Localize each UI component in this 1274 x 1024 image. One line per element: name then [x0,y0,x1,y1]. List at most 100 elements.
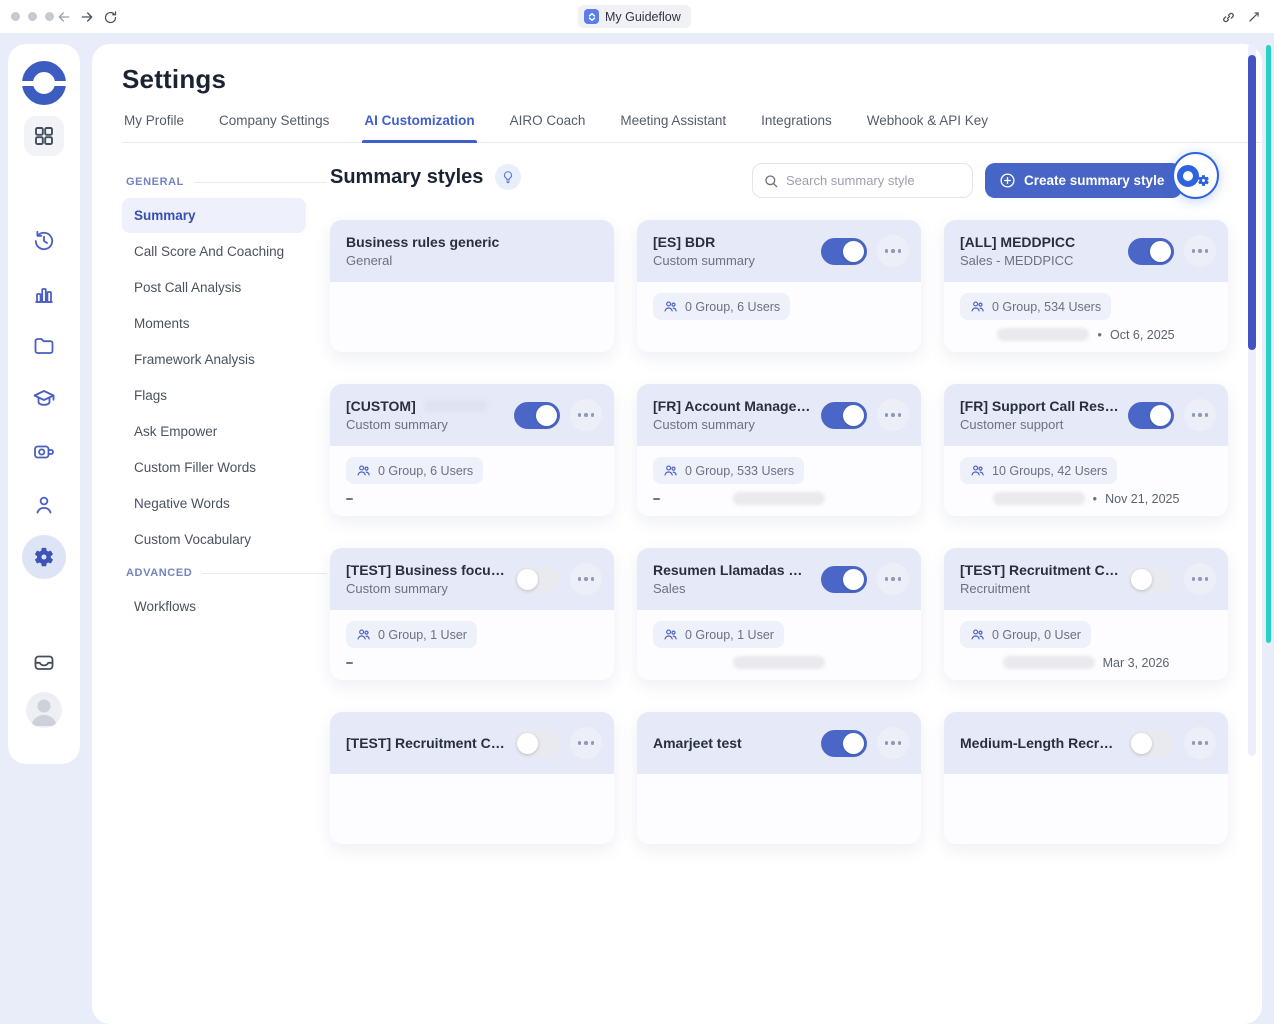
summary-card-amarjeet-test[interactable]: Amarjeet test [637,712,921,844]
card-menu-button[interactable] [877,727,909,759]
card-menu-button[interactable] [1184,399,1216,431]
sidebar-item-library[interactable] [30,332,58,360]
card-subtitle: General [346,253,594,268]
search-input[interactable] [786,173,962,188]
sidebar-item-settings[interactable] [22,535,66,579]
summary-card-medium-length-recruitme[interactable]: Medium-Length Recruitme... [944,712,1228,844]
subnav-item-call-score-and-coaching[interactable]: Call Score And Coaching [122,234,306,269]
subnav-item-post-call-analysis[interactable]: Post Call Analysis [122,270,306,305]
reload-button[interactable] [98,5,122,29]
enable-toggle[interactable] [514,730,560,757]
users-icon [663,627,678,642]
card-body: 0 Group, 0 User Mar 3, 2026 [944,610,1228,680]
summary-card-es-bdr[interactable]: [ES] BDR Custom summary 0 Group, 6 Users [637,220,921,352]
groups-users-text: 0 Group, 6 Users [378,464,473,478]
card-menu-button[interactable] [570,727,602,759]
card-body: 0 Group, 533 Users [637,446,921,516]
groups-users-badge: 0 Group, 6 Users [346,457,483,484]
groups-users-text: 0 Group, 1 User [685,628,774,642]
enable-toggle[interactable] [1128,730,1174,757]
folder-icon [32,334,56,358]
browser-bar: My Guideflow [0,0,1274,33]
settings-tabs: My Profile Company Settings AI Customizati… [122,110,1262,143]
browser-tab[interactable]: My Guideflow [578,5,691,28]
subnav-item-moments[interactable]: Moments [122,306,306,341]
card-body [637,774,921,844]
card-header: Medium-Length Recruitme... [944,712,1228,774]
sidebar-item-academy[interactable] [30,385,58,413]
create-summary-style-button[interactable]: Create summary style [985,163,1182,198]
subnav-item-custom-vocabulary[interactable]: Custom Vocabulary [122,522,306,557]
subnav-item-flags[interactable]: Flags [122,378,306,413]
sidebar-item-apps[interactable] [24,116,64,156]
card-menu-button[interactable] [570,563,602,595]
enable-toggle[interactable] [821,730,867,757]
app-logo[interactable] [22,61,66,105]
card-menu-button[interactable] [570,399,602,431]
embed-scrollbar[interactable] [1266,45,1271,643]
sidebar [8,44,80,764]
enable-toggle[interactable] [1128,566,1174,593]
sidebar-item-profile[interactable] [30,491,58,519]
sidebar-item-recordings[interactable] [30,438,58,466]
enable-toggle[interactable] [821,238,867,265]
summary-card-test-recruitment-call-su[interactable]: [TEST] Recruitment Call Su... [330,712,614,844]
card-title: [FR] Support Call Resume [960,398,1120,414]
summary-card-test-recruitment-call-su[interactable]: [TEST] Recruitment Call Su... Recruitmen… [944,548,1228,680]
user-avatar[interactable] [26,692,62,728]
card-title: [TEST] Business focus sum... [346,562,506,578]
card-footer [653,655,905,670]
cursor-dot-icon [1177,165,1199,187]
app-logo-icon [22,61,66,105]
tab-airo-coach[interactable]: AIRO Coach [508,110,588,142]
subnav-item-summary[interactable]: Summary [122,198,306,233]
summary-card-fr-account-management[interactable]: [FR] Account Management Custom summary 0… [637,384,921,516]
card-menu-button[interactable] [877,563,909,595]
enable-toggle[interactable] [514,402,560,429]
card-body: 0 Group, 534 Users • Oct 6, 2025 [944,282,1228,352]
enable-toggle[interactable] [1128,238,1174,265]
card-menu-button[interactable] [1184,563,1216,595]
card-header: Business rules generic General [330,220,614,282]
tab-meeting-assistant[interactable]: Meeting Assistant [618,110,728,142]
subnav-item-workflows[interactable]: Workflows [122,589,306,624]
tab-company-settings[interactable]: Company Settings [217,110,331,142]
hint-chip[interactable] [495,164,521,190]
card-menu-button[interactable] [877,399,909,431]
subnav-item-custom-filler-words[interactable]: Custom Filler Words [122,450,306,485]
enable-toggle[interactable] [821,402,867,429]
scrollbar-thumb[interactable] [1248,55,1256,350]
tab-my-profile[interactable]: My Profile [122,110,186,142]
back-button[interactable] [52,5,76,29]
sidebar-item-inbox[interactable] [30,648,58,676]
summary-card-custom[interactable]: [CUSTOM] Custom summary 0 Group, 6 Users [330,384,614,516]
card-menu-button[interactable] [1184,727,1216,759]
toggle-knob [843,405,864,426]
card-menu-button[interactable] [877,235,909,267]
summary-card-test-business-focus-sum[interactable]: [TEST] Business focus sum... Custom summ… [330,548,614,680]
subnav-item-negative-words[interactable]: Negative Words [122,486,306,521]
summary-card-resumen-llamadas-marc[interactable]: Resumen Llamadas Marc Sales 0 Group, 1 U… [637,548,921,680]
enable-toggle[interactable] [821,566,867,593]
sidebar-item-history[interactable] [30,227,58,255]
toggle-knob [1131,733,1152,754]
expand-button[interactable] [1242,5,1266,29]
sidebar-item-analytics[interactable] [30,280,58,308]
toggle-knob [1150,405,1171,426]
tab-ai-customization[interactable]: AI Customization [362,110,476,142]
subnav-item-ask-empower[interactable]: Ask Empower [122,414,306,449]
tab-integrations[interactable]: Integrations [759,110,834,142]
forward-button[interactable] [75,5,99,29]
summary-card-business-rules-generic[interactable]: Business rules generic General [330,220,614,352]
copy-link-button[interactable] [1216,5,1240,29]
summary-card-fr-support-call-resume[interactable]: [FR] Support Call Resume Customer suppor… [944,384,1228,516]
enable-toggle[interactable] [1128,402,1174,429]
card-menu-button[interactable] [1184,235,1216,267]
window-traffic-lights[interactable] [11,12,54,21]
enable-toggle[interactable] [514,566,560,593]
tab-webhook-api-key[interactable]: Webhook & API Key [865,110,990,142]
card-footer: • Nov 21, 2025 [960,491,1212,506]
subnav-item-framework-analysis[interactable]: Framework Analysis [122,342,306,377]
summary-card-all-meddpicc[interactable]: [ALL] MEDDPICC Sales - MEDDPICC 0 Group,… [944,220,1228,352]
groups-users-badge: 0 Group, 1 User [653,621,784,648]
